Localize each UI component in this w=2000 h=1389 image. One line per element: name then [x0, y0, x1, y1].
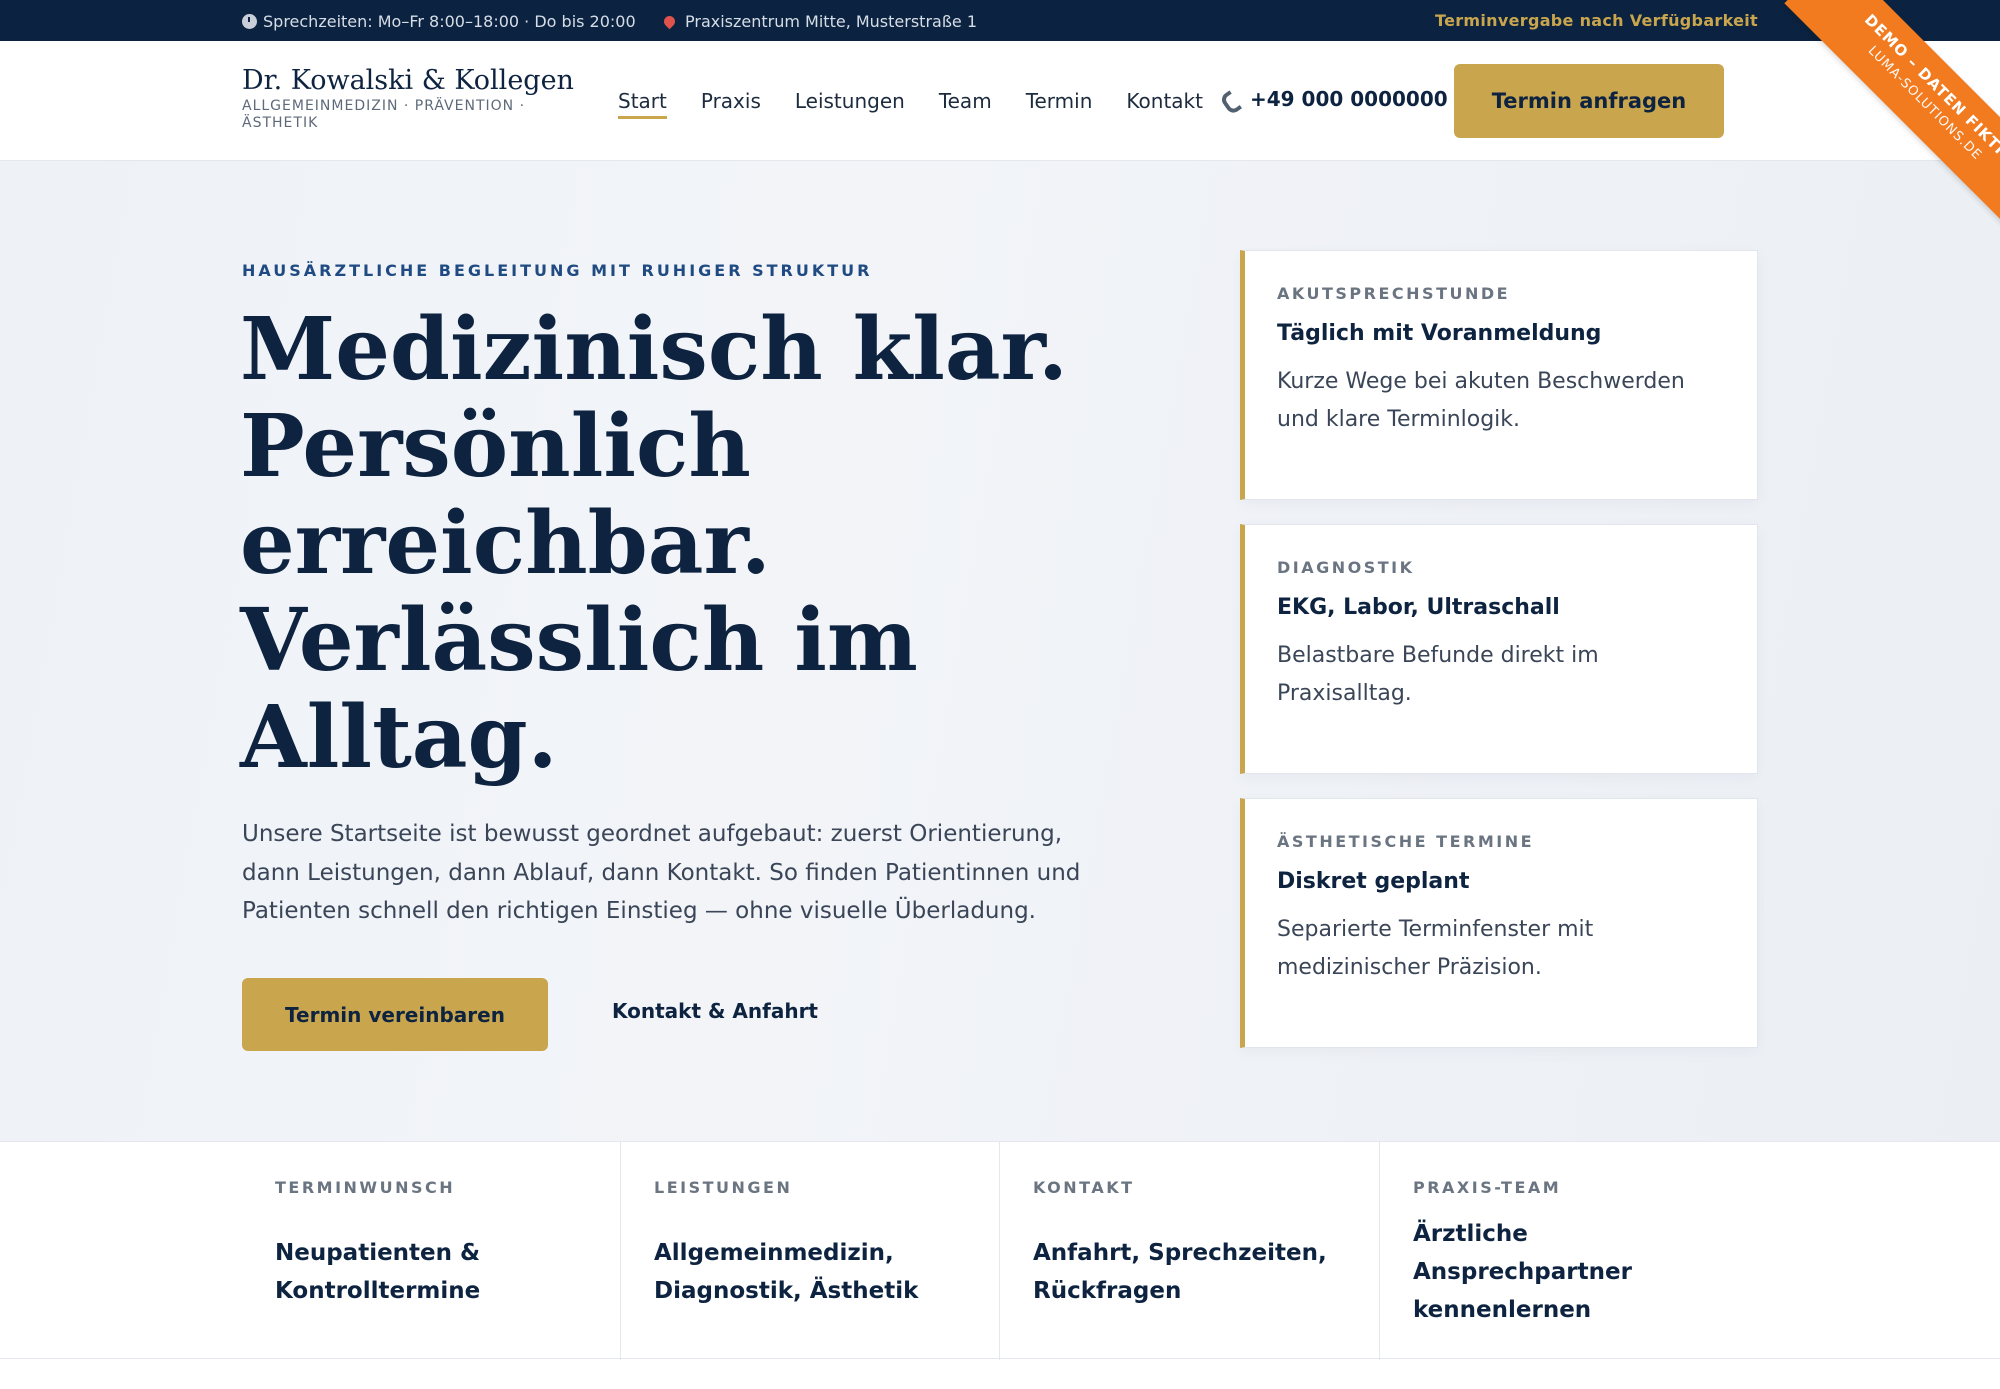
hero-eyebrow: HAUSÄRZTLICHE BEGLEITUNG MIT RUHIGER STR… — [242, 261, 873, 280]
top-info-bar: Sprechzeiten: Mo–Fr 8:00–18:00 · Do bis … — [0, 0, 2000, 41]
card-title: Diskret geplant — [1277, 869, 1470, 894]
service-card-diagnostik: DIAGNOSTIK EKG, Labor, Ultraschall Belas… — [1240, 524, 1758, 774]
quick-link-kicker: LEISTUNGEN — [654, 1178, 793, 1197]
service-card-aesthetik: ÄSTHETISCHE TERMINE Diskret geplant Sepa… — [1240, 798, 1758, 1048]
headline-line: Medizinisch klar. — [240, 299, 1069, 400]
quick-link-leistungen[interactable]: LEISTUNGEN Allgemeinmedizin, Diagnostik,… — [620, 1142, 999, 1360]
hero-headline: Medizinisch klar. Persönlich erreichbar.… — [240, 301, 1140, 786]
card-title: Täglich mit Voranmeldung — [1277, 321, 1602, 346]
practice-location: Praxiszentrum Mitte, Musterstraße 1 — [661, 12, 978, 31]
nav-item-leistungen[interactable]: Leistungen — [795, 89, 905, 119]
brand-name: Dr. Kowalski & Kollegen — [242, 65, 574, 96]
phone-link[interactable]: +49 000 0000000 — [1222, 87, 1448, 111]
availability-note: Terminvergabe nach Verfügbarkeit — [1435, 11, 1758, 30]
quick-link-kontakt[interactable]: KONTAKT Anfahrt, Sprechzeiten, Rückfrage… — [999, 1142, 1379, 1360]
quick-link-title: Ärztliche Ansprechpartner kennenlernen — [1413, 1221, 1632, 1323]
brand-logo[interactable]: Dr. Kowalski & Kollegen ALLGEMEINMEDIZIN… — [242, 65, 574, 132]
quick-link-kicker: KONTAKT — [1033, 1178, 1135, 1197]
quick-link-kicker: PRAXIS-TEAM — [1413, 1178, 1562, 1197]
practice-location-text: Praxiszentrum Mitte, Musterstraße 1 — [685, 12, 978, 31]
opening-hours: Sprechzeiten: Mo–Fr 8:00–18:00 · Do bis … — [242, 12, 636, 31]
headline-line: erreichbar. — [240, 493, 771, 594]
hero-section: HAUSÄRZTLICHE BEGLEITUNG MIT RUHIGER STR… — [0, 161, 2000, 1141]
site-header: Dr. Kowalski & Kollegen ALLGEMEINMEDIZIN… — [0, 41, 2000, 161]
book-appointment-button[interactable]: Termin vereinbaren — [242, 978, 548, 1051]
service-card-akut: AKUTSPRECHSTUNDE Täglich mit Voranmeldun… — [1240, 250, 1758, 500]
main-nav: Start Praxis Leistungen Team Termin Kont… — [618, 89, 1237, 119]
brand-tagline: ALLGEMEINMEDIZIN · PRÄVENTION · ÄSTHETIK — [242, 98, 526, 131]
quick-link-title: Anfahrt, Sprechzeiten, Rückfragen — [1033, 1240, 1327, 1304]
service-cards: AKUTSPRECHSTUNDE Täglich mit Voranmeldun… — [1240, 250, 1758, 1072]
clock-icon — [242, 14, 257, 29]
card-description: Belastbare Befunde direkt im Praxisallta… — [1277, 643, 1599, 706]
card-description: Separierte Terminfenster mit medizinisch… — [1277, 917, 1594, 980]
quick-link-terminwunsch[interactable]: TERMINWUNSCH Neupatienten & Kontrollterm… — [242, 1142, 620, 1360]
card-title: EKG, Labor, Ultraschall — [1277, 595, 1560, 620]
nav-item-termin[interactable]: Termin — [1026, 89, 1093, 119]
hero-lead: Unsere Startseite ist bewusst geordnet a… — [242, 821, 1081, 924]
headline-line: Verlässlich im — [240, 590, 918, 691]
headline-line: Persönlich — [240, 396, 751, 497]
quick-link-title: Allgemeinmedizin, Diagnostik, Ästhetik — [654, 1240, 919, 1304]
quick-link-team[interactable]: PRAXIS-TEAM Ärztliche Ansprechpartner ke… — [1379, 1142, 1758, 1360]
contact-directions-link[interactable]: Kontakt & Anfahrt — [612, 999, 818, 1023]
card-kicker: ÄSTHETISCHE TERMINE — [1277, 832, 1535, 851]
card-kicker: AKUTSPRECHSTUNDE — [1277, 284, 1511, 303]
nav-item-team[interactable]: Team — [939, 89, 992, 119]
nav-item-start[interactable]: Start — [618, 89, 667, 119]
opening-hours-text: Sprechzeiten: Mo–Fr 8:00–18:00 · Do bis … — [263, 12, 636, 31]
quick-link-title: Neupatienten & Kontrolltermine — [275, 1240, 481, 1304]
nav-item-kontakt[interactable]: Kontakt — [1126, 89, 1203, 119]
phone-icon — [1222, 90, 1240, 108]
quick-link-kicker: TERMINWUNSCH — [275, 1178, 456, 1197]
nav-item-praxis[interactable]: Praxis — [701, 89, 761, 119]
headline-line: Alltag. — [240, 687, 558, 788]
phone-number: +49 000 0000000 — [1250, 87, 1448, 111]
quick-links-strip: TERMINWUNSCH Neupatienten & Kontrollterm… — [0, 1141, 2000, 1360]
card-kicker: DIAGNOSTIK — [1277, 558, 1415, 577]
request-appointment-button[interactable]: Termin anfragen — [1454, 64, 1724, 138]
card-description: Kurze Wege bei akuten Beschwerden und kl… — [1277, 369, 1685, 432]
pin-icon — [661, 13, 678, 30]
